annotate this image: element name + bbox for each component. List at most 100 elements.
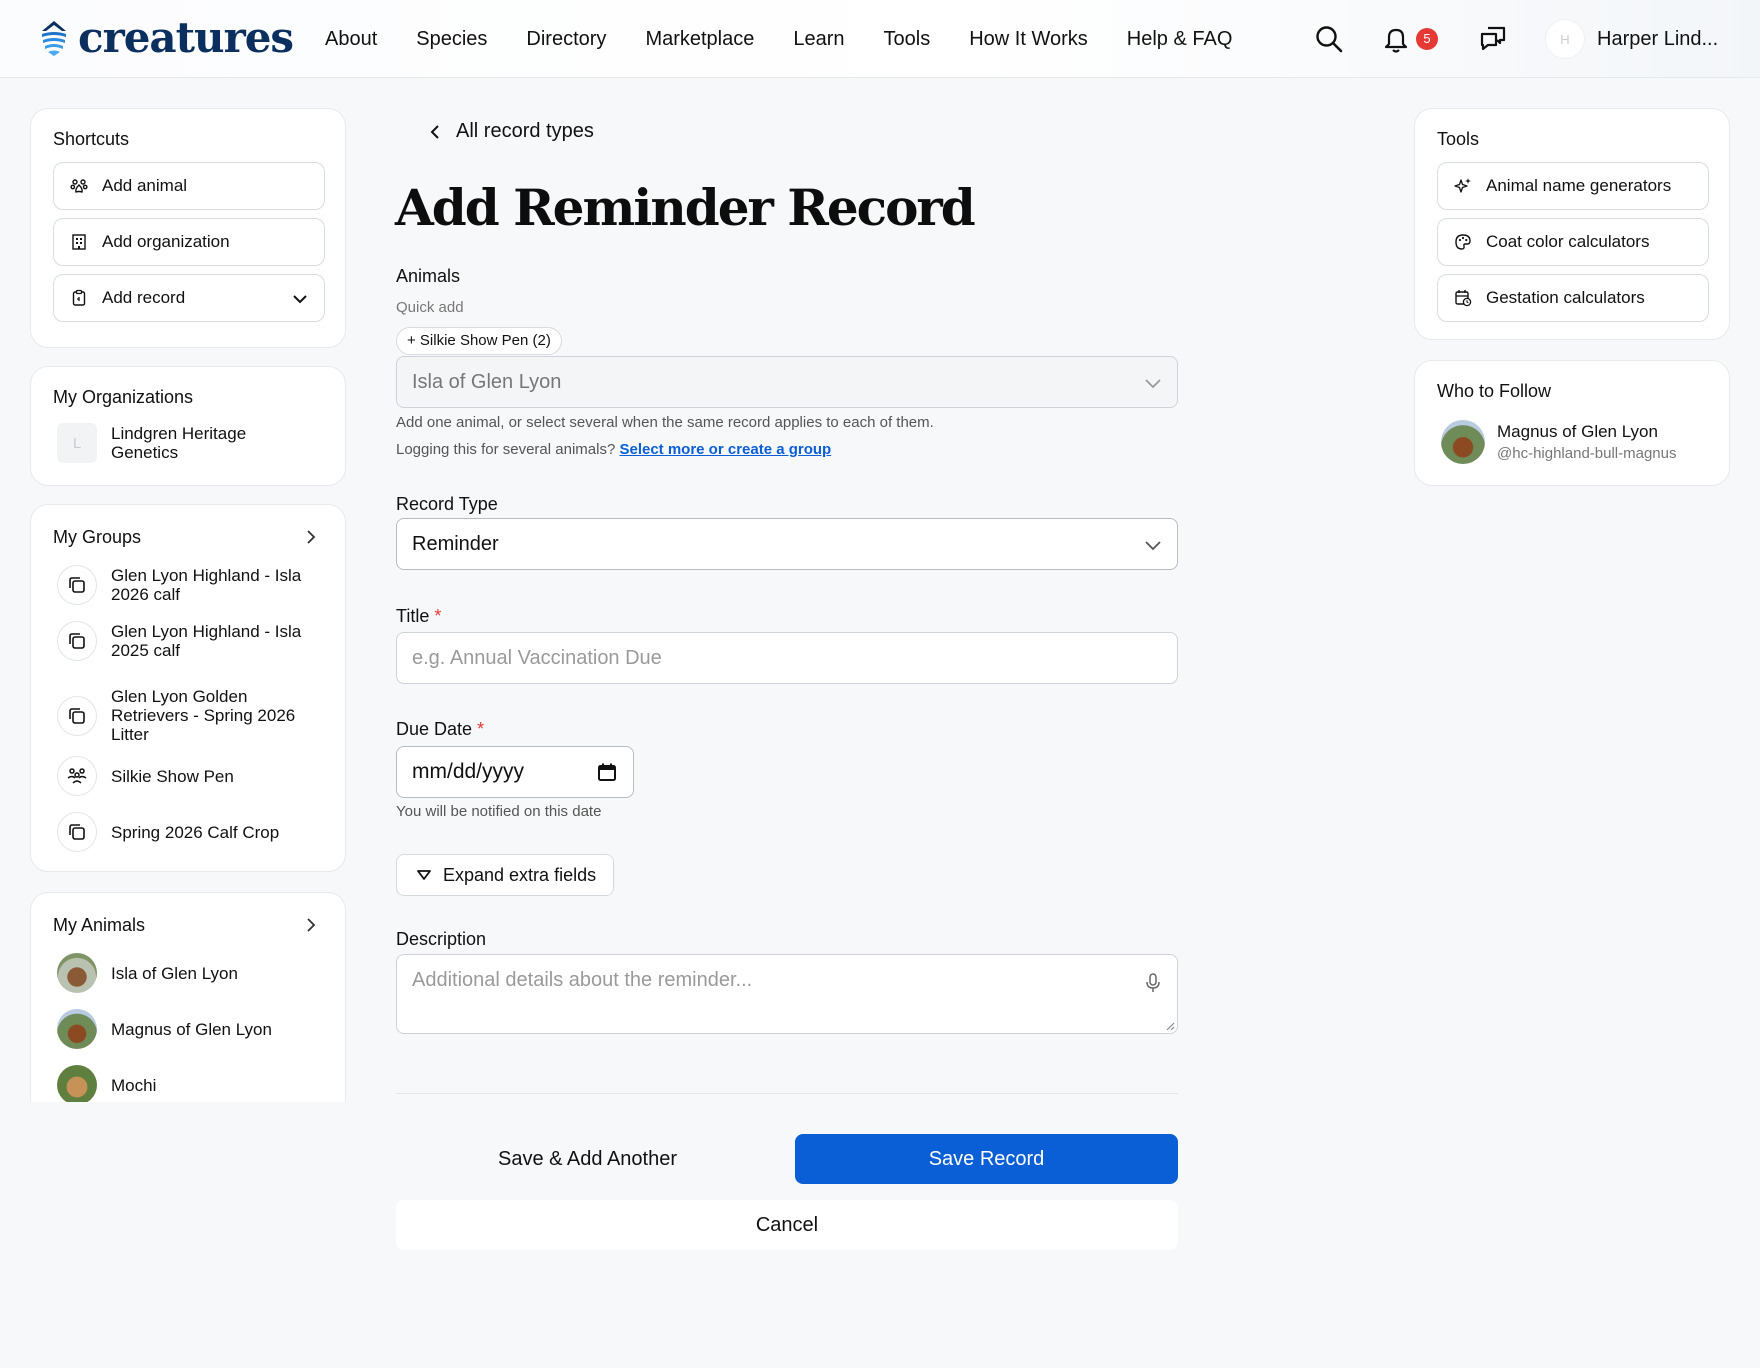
organization-item[interactable]: L Lindgren Heritage Genetics [57,423,311,463]
messages-icon[interactable] [1478,24,1508,54]
group-item[interactable]: Glen Lyon Highland - Isla 2026 calf [57,565,311,605]
bell-icon[interactable] [1381,24,1411,54]
user-menu[interactable]: H Harper Lind... [1545,19,1718,59]
nav-about[interactable]: About [325,26,377,52]
group-item[interactable]: Glen Lyon Golden Retrievers - Spring 202… [57,687,311,744]
brand-logo[interactable]: creatures [38,13,294,62]
expand-extra-fields-label: Expand extra fields [443,864,597,885]
animal-name-generators-button[interactable]: Animal name generators [1437,162,1709,210]
follow-suggestion[interactable]: Magnus of Glen Lyon @hc-highland-bull-ma… [1441,420,1677,464]
nav-how-it-works[interactable]: How It Works [969,26,1088,52]
quick-add-chip[interactable]: + Silkie Show Pen (2) [396,327,562,355]
chevron-right-icon[interactable] [303,917,319,933]
chevron-down-icon [1145,541,1161,551]
nav-tools[interactable]: Tools [884,26,931,52]
groups-title: My Groups [53,527,142,547]
select-more-group-link[interactable]: Select more or create a group [619,441,831,458]
expand-extra-fields-button[interactable]: Expand extra fields [396,854,614,896]
calendar-clock-icon [1455,290,1472,307]
record-type-label: Record Type [396,494,498,514]
add-organization-label: Add organization [102,232,230,251]
brand-mark-icon [42,21,66,56]
nav-marketplace[interactable]: Marketplace [645,26,754,52]
calendar-icon[interactable] [597,762,617,782]
save-add-another-button[interactable]: Save & Add Another [396,1134,779,1184]
coat-color-calculators-label: Coat color calculators [1486,232,1650,251]
required-mark: * [434,606,442,626]
search-icon[interactable] [1314,24,1344,54]
add-record-button[interactable]: Add record [53,274,325,322]
group-name: Glen Lyon Highland - Isla 2026 calf [111,566,302,604]
microphone-icon[interactable] [1145,973,1161,993]
chevron-right-icon[interactable] [303,529,319,545]
record-type-value: Reminder [412,533,499,555]
add-animal-button[interactable]: Add animal [53,162,325,210]
due-date-placeholder: mm/dd/yyyy [412,760,525,783]
animal-photo [57,1065,97,1102]
copy-icon [57,565,97,605]
copy-icon [57,621,97,661]
animal-item[interactable]: Isla of Glen Lyon [57,953,311,993]
quick-add-label: Quick add [396,299,464,316]
chevron-down-icon [1145,379,1161,389]
brand-name: creatures [78,13,294,62]
form-divider [396,1093,1178,1094]
animals-title: My Animals [53,915,146,935]
people-icon [57,756,97,796]
copy-icon [57,695,97,736]
shortcuts-card: Shortcuts Add animal Add organization Ad… [30,108,346,348]
animal-photo [57,1009,97,1049]
record-type-select[interactable]: Reminder [396,518,1178,570]
animals-card: My Animals Isla of Glen Lyon Magnus of G… [30,892,346,1102]
nav-help-faq[interactable]: Help & FAQ [1127,26,1233,52]
due-date-label: Due Date * [396,719,484,740]
animals-help: Add one animal, or select several when t… [396,414,934,431]
notification-badge: 5 [1416,28,1438,50]
due-date-label-text: Due Date [396,719,473,739]
group-name: Glen Lyon Golden Retrievers - Spring 202… [111,687,296,744]
animals-label: Animals [396,266,461,286]
animal-item[interactable]: Magnus of Glen Lyon [57,1009,311,1049]
follow-handle: @hc-highland-bull-magnus [1497,445,1677,462]
clipboard-icon [72,289,86,306]
cancel-button[interactable]: Cancel [396,1200,1178,1250]
top-bar: creatures About Species Directory Market… [0,0,1760,78]
animals-select[interactable]: Isla of Glen Lyon [396,356,1178,408]
gestation-calculators-button[interactable]: Gestation calculators [1437,274,1709,322]
nav-species[interactable]: Species [416,26,487,52]
group-item[interactable]: Spring 2026 Calf Crop [57,812,311,852]
animal-item[interactable]: Mochi [57,1065,311,1102]
save-record-button[interactable]: Save Record [795,1134,1178,1184]
add-organization-button[interactable]: Add organization [53,218,325,266]
shortcuts-title: Shortcuts [53,129,130,149]
back-label: All record types [456,120,594,142]
due-date-input[interactable]: mm/dd/yyyy [396,746,634,798]
gestation-calculators-label: Gestation calculators [1486,288,1645,307]
add-record-label: Add record [102,288,186,307]
user-avatar: H [1545,19,1585,59]
description-placeholder: Additional details about the reminder... [412,969,753,991]
description-label: Description [396,929,487,949]
title-input[interactable]: e.g. Annual Vaccination Due [396,632,1178,684]
nav-directory[interactable]: Directory [526,26,606,52]
groups-card: My Groups Glen Lyon Highland - Isla 2026… [30,504,346,872]
chevron-left-icon [430,124,439,139]
nav-learn[interactable]: Learn [793,26,844,52]
sparkles-icon [1454,178,1471,193]
animal-name-generators-label: Animal name generators [1486,176,1672,195]
chevron-down-icon [293,295,307,304]
group-item[interactable]: Silkie Show Pen [57,756,311,796]
coat-color-calculators-button[interactable]: Coat color calculators [1437,218,1709,266]
back-link[interactable]: All record types [428,120,594,143]
page-title: Add Reminder Record [395,178,976,237]
description-textarea[interactable]: Additional details about the reminder... [396,954,1178,1034]
due-date-help: You will be notified on this date [396,803,602,820]
add-animal-label: Add animal [102,176,188,195]
main-nav: About Species Directory Marketplace Lear… [325,26,1271,52]
resize-handle-icon[interactable] [1165,1021,1175,1031]
animal-name: Isla of Glen Lyon [111,963,238,983]
animals-select-value: Isla of Glen Lyon [412,371,562,393]
required-mark: * [477,719,485,739]
caret-down-icon [417,870,431,880]
group-item[interactable]: Glen Lyon Highland - Isla 2025 calf [57,621,311,661]
